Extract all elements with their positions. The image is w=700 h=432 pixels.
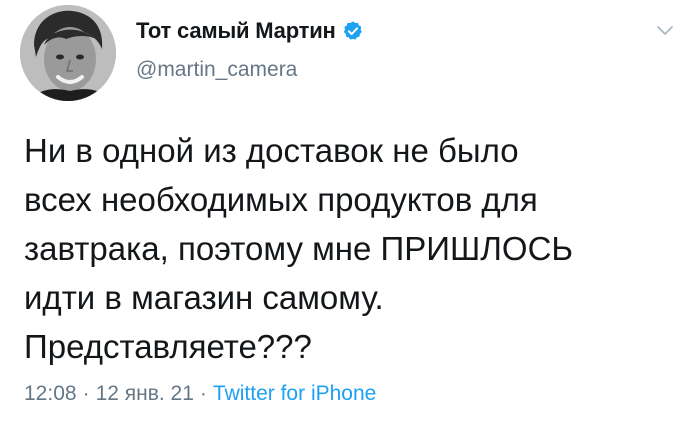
tweet-time[interactable]: 12:08: [24, 382, 77, 405]
name-row: Тот самый Мартин: [136, 14, 364, 48]
tweet-text-line: Представляете???: [24, 328, 312, 365]
tweet-card: Тот самый Мартин @martin_camera Ни в одн…: [0, 0, 700, 432]
tweet-header: Тот самый Мартин @martin_camera: [136, 14, 364, 82]
tweet-text-line: завтрака, поэтому мне ПРИШЛОСЬ: [24, 230, 574, 267]
verified-badge-icon: [342, 20, 364, 42]
meta-separator: ·: [199, 382, 207, 405]
tweet-text-line: идти в магазин самому.: [24, 279, 384, 316]
avatar[interactable]: [20, 5, 116, 101]
tweet-source-link[interactable]: Twitter for iPhone: [213, 382, 376, 405]
tweet-text: Ни в одной из доставок не было всех необ…: [24, 126, 684, 371]
tweet-date[interactable]: 12 янв. 21: [96, 382, 194, 405]
display-name[interactable]: Тот самый Мартин: [136, 18, 336, 44]
tweet-text-line: всех необходимых продуктов для: [24, 181, 538, 218]
profile-photo: [20, 5, 116, 101]
user-handle[interactable]: @martin_camera: [136, 58, 364, 82]
meta-separator: ·: [82, 382, 90, 405]
tweet-meta: 12:08 · 12 янв. 21 · Twitter for iPhone: [24, 382, 376, 406]
chevron-down-icon[interactable]: [656, 24, 674, 38]
tweet-text-line: Ни в одной из доставок не было: [24, 132, 519, 169]
